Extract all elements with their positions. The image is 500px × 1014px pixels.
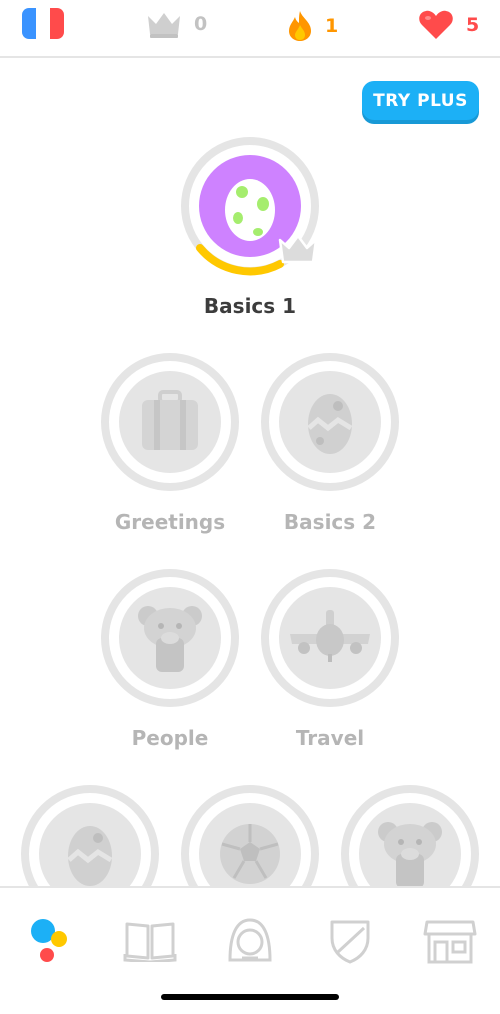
french-flag-icon[interactable] xyxy=(22,8,64,39)
crowns-count: 0 xyxy=(194,13,208,35)
try-plus-button[interactable]: TRY PLUS xyxy=(362,81,479,120)
home-indicator xyxy=(161,994,339,1000)
crown-icon xyxy=(148,13,180,38)
egg-icon xyxy=(225,179,275,241)
skill-travel[interactable]: Travel xyxy=(260,568,400,750)
skill-basics-1[interactable]: Basics 1 xyxy=(180,136,320,318)
suitcase-icon xyxy=(142,390,198,450)
hearts-count: 5 xyxy=(466,14,480,36)
nav-profile[interactable] xyxy=(222,912,278,968)
skill-crown-icon xyxy=(278,234,318,264)
profile-face-icon xyxy=(228,918,272,962)
nav-learn[interactable] xyxy=(20,912,76,968)
skill-basics-2[interactable]: Basics 2 xyxy=(260,352,400,534)
bear-icon xyxy=(138,606,202,672)
soccer-ball-icon xyxy=(220,824,280,884)
bear-icon xyxy=(378,822,442,888)
shield-icon xyxy=(330,920,370,964)
skill-label: Travel xyxy=(295,726,365,750)
nav-leaderboards[interactable] xyxy=(322,912,378,968)
hearts-counter[interactable]: 5 xyxy=(418,10,479,40)
flame-icon xyxy=(289,11,311,41)
egg-icon xyxy=(67,826,113,886)
skill-label: Basics 1 xyxy=(203,294,297,318)
shop-icon xyxy=(423,920,477,964)
skill-greetings[interactable]: Greetings xyxy=(100,352,240,534)
nav-stories[interactable] xyxy=(122,912,178,968)
egg-icon xyxy=(307,394,353,454)
streak-counter[interactable]: 1 xyxy=(287,10,338,42)
streak-count: 1 xyxy=(325,15,339,37)
book-icon xyxy=(123,922,177,962)
nav-shop[interactable] xyxy=(422,912,478,968)
heart-icon xyxy=(419,10,453,39)
learn-dots-icon xyxy=(31,919,67,962)
top-bar: 0 1 5 xyxy=(0,0,500,58)
crowns-counter[interactable]: 0 xyxy=(146,10,207,38)
skill-people[interactable]: People xyxy=(100,568,240,750)
skill-label: Basics 2 xyxy=(283,510,377,534)
airplane-icon xyxy=(290,610,370,662)
